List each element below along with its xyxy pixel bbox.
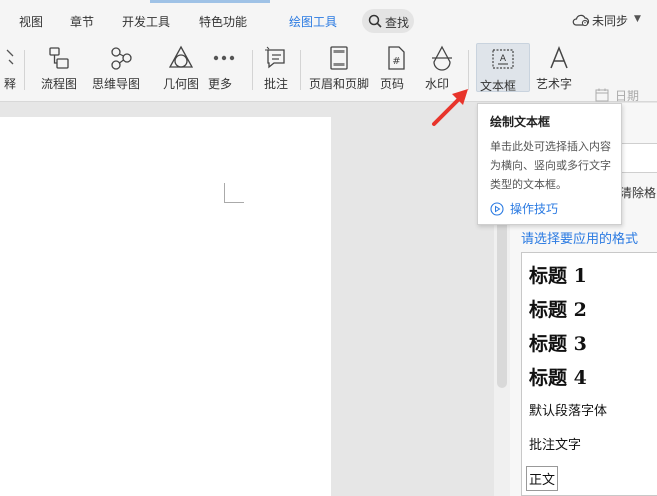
partial-tool[interactable]: 释 [0, 42, 20, 96]
header-footer-label: 页眉和页脚 [308, 77, 369, 91]
sync-dropdown-icon[interactable]: ▼ [634, 14, 641, 24]
textbox-icon: A [492, 49, 514, 69]
more-label: 更多 [208, 77, 233, 91]
comment-label: 批注 [263, 77, 288, 91]
geometry-label: 几何图 [162, 77, 199, 91]
comment-icon [265, 46, 285, 69]
page-number-icon: # [388, 46, 405, 70]
textbox-label: 文本框 [480, 79, 517, 93]
flowchart-icon [49, 47, 69, 69]
mindmap-icon [111, 47, 132, 70]
watermark-icon [432, 45, 452, 71]
partial-tool-label: 释 [3, 77, 16, 91]
clear-format-button[interactable]: 清除格 [620, 184, 656, 201]
header-footer-button[interactable]: 页眉和页脚 [305, 42, 373, 96]
cloud-sync-icon [572, 14, 590, 27]
margin-corner-mark [224, 183, 244, 203]
tooltip-title: 绘制文本框 [490, 115, 551, 129]
geometry-button[interactable]: 几何图 [160, 42, 202, 96]
wordart-label: 艺术字 [536, 77, 573, 91]
play-circle-icon [490, 202, 504, 216]
textbox-button[interactable]: A 文本框 [476, 43, 530, 93]
style-list: 标题 1 标题 2 标题 3 标题 4 默认段落字体 批注文字 正文 [521, 252, 657, 496]
flowchart-button[interactable]: 流程图 [34, 42, 84, 96]
comment-button[interactable]: 批注 [259, 42, 293, 96]
more-icon [213, 55, 235, 61]
style-item-default-font[interactable]: 默认段落字体 [529, 400, 607, 419]
geometry-icon [168, 45, 194, 68]
tab-view[interactable]: 视图 [19, 13, 43, 30]
style-item-heading-3[interactable]: 标题 3 [529, 329, 587, 356]
sync-label: 未同步 [592, 14, 629, 28]
header-footer-icon [330, 46, 348, 70]
style-item-comment-text[interactable]: 批注文字 [529, 434, 581, 453]
flowchart-label: 流程图 [40, 77, 77, 91]
styles-pane-title: 请选择要应用的格式 [521, 232, 639, 247]
search-label: 查找 [385, 16, 410, 30]
tab-bar-accent-line [150, 0, 270, 3]
tab-special-features[interactable]: 特色功能 [199, 13, 247, 30]
ribbon-separator [24, 50, 25, 90]
date-label: 日期 [615, 89, 640, 103]
document-page[interactable] [0, 117, 331, 496]
textbox-tooltip: 绘制文本框 单击此处可选择插入内容为横向、竖向或多行文字类型的文本框。 操作技巧 [477, 103, 622, 225]
style-item-heading-2[interactable]: 标题 2 [529, 295, 587, 322]
red-arrow-annotation [432, 89, 468, 126]
style-item-body-text[interactable]: 正文 [525, 466, 559, 491]
tab-drawing-tools[interactable]: 绘图工具 [286, 13, 340, 42]
style-item-heading-1[interactable]: 标题 1 [529, 261, 587, 288]
mindmap-button[interactable]: 思维导图 [92, 42, 150, 96]
tab-section[interactable]: 章节 [70, 13, 94, 30]
page-number-label: 页码 [380, 77, 405, 91]
tooltip-body: 单击此处可选择插入内容为横向、竖向或多行文字类型的文本框。 [490, 140, 611, 191]
wordart-icon [550, 45, 568, 69]
wordart-button[interactable]: 艺术字 [534, 42, 584, 96]
svg-text:A: A [500, 54, 507, 64]
partial-tool-icon [6, 49, 14, 65]
page-number-button[interactable]: # 页码 [378, 42, 414, 96]
calendar-icon [595, 88, 609, 102]
svg-text:#: # [392, 56, 400, 67]
ribbon-separator [252, 50, 253, 90]
search-icon [368, 14, 382, 28]
tips-link-label: 操作技巧 [510, 202, 559, 216]
style-item-heading-4[interactable]: 标题 4 [529, 363, 587, 390]
search-button[interactable]: 查找 [362, 9, 414, 33]
tab-developer-tools[interactable]: 开发工具 [122, 13, 170, 30]
menu-tab-bar: 视图 章节 开发工具 特色功能 绘图工具 查找 未同步 ▼ [0, 0, 657, 42]
more-button[interactable]: 更多 [206, 42, 242, 96]
ribbon-separator [300, 50, 301, 90]
drawing-tools-ribbon: 释 流程图 ▼ 思维导图 ▼ 几何图 [0, 40, 657, 129]
mindmap-label: 思维导图 [92, 77, 141, 91]
